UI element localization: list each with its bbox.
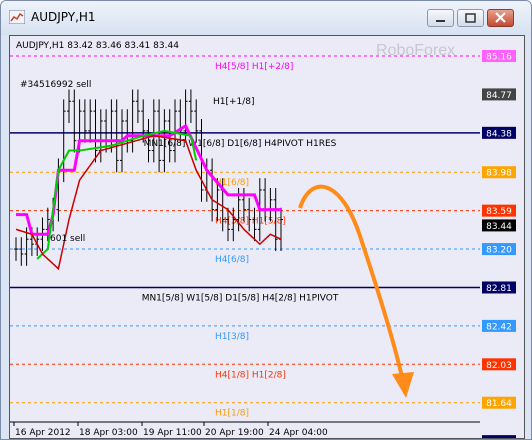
level-label: MN1[5/8] W1[5/8] D1[5/8] H4[2/8] H1PIVOT bbox=[142, 293, 339, 303]
order-label-2: 601 sell bbox=[50, 234, 85, 244]
price-tag-label: 82.81 bbox=[486, 284, 512, 294]
price-tag-label: 83.20 bbox=[486, 246, 512, 256]
price-tag-label: 83.98 bbox=[486, 169, 512, 179]
price-tag-label: 84.77 bbox=[486, 91, 512, 101]
time-label: 24 Apr 04:00 bbox=[269, 428, 328, 438]
title-bar[interactable]: AUDJPY,H1 bbox=[1, 1, 531, 35]
forecast-arrow-path bbox=[298, 184, 405, 382]
price-tag: 84.77 bbox=[482, 88, 516, 101]
level-label: H1[1/8] bbox=[215, 409, 249, 419]
minimize-icon bbox=[436, 20, 445, 22]
price-tag: 82.81 bbox=[482, 281, 516, 294]
level-label: MN1[6/8] W1[6/8] D1[6/8] H4PIVOT H1RES bbox=[144, 139, 337, 149]
price-tag: 83.98 bbox=[482, 166, 516, 179]
time-label: 16 Apr 2012 bbox=[15, 428, 71, 438]
price-tag-label: 84.38 bbox=[486, 129, 512, 139]
price-tag: 84.38 bbox=[482, 126, 516, 139]
price-tag: 81.25 bbox=[482, 435, 516, 438]
level-label-h1-plus: H1[+1/8] bbox=[213, 97, 255, 107]
price-tag-label: 83.59 bbox=[486, 207, 512, 217]
price-tag: 82.42 bbox=[482, 319, 516, 332]
order-label: #34516992 sell bbox=[20, 80, 91, 90]
chart-app-icon bbox=[9, 10, 25, 24]
window-title: AUDJPY,H1 bbox=[31, 10, 96, 24]
watermark: RoboForex bbox=[376, 42, 455, 59]
level-label: H4[1/8] H1[2/8] bbox=[215, 370, 286, 380]
forecast-arrowhead bbox=[392, 372, 414, 398]
close-icon bbox=[495, 12, 506, 23]
time-label: 18 Apr 03:00 bbox=[79, 428, 138, 438]
chart-header: AUDJPY,H1 83.42 83.46 83.41 83.44 bbox=[16, 41, 179, 51]
price-tags: 85.16 84.77 84.38 83.98 83.59 83.44 83.20 82.81… bbox=[482, 50, 516, 438]
price-tag-label: 83.44 bbox=[486, 222, 512, 232]
price-tag: 83.59 bbox=[482, 204, 516, 217]
time-label: 19 Apr 11:00 bbox=[143, 428, 202, 438]
time-axis: 16 Apr 2012 18 Apr 03:00 19 Apr 11:00 20 Ap… bbox=[10, 421, 480, 438]
level-label: H4[6/8] bbox=[215, 255, 249, 265]
maximize-icon bbox=[465, 13, 476, 23]
time-label: 20 Apr 19:00 bbox=[205, 428, 264, 438]
price-tag-label: 82.03 bbox=[486, 361, 512, 371]
price-chart[interactable]: H4[5/8] H1[+2/8] MN1[6/8] W1[6/8] D1[6/8]… bbox=[10, 36, 524, 438]
chart-window: AUDJPY,H1 H4[5/8] H1[+2/8] MN1[6/8] W1[6/… bbox=[0, 0, 532, 440]
chart-area[interactable]: H4[5/8] H1[+2/8] MN1[6/8] W1[6/8] D1[6/8]… bbox=[9, 35, 525, 439]
level-label: H1[3/8] bbox=[215, 332, 249, 342]
price-tag-label: 85.16 bbox=[486, 53, 512, 63]
forecast-arrow bbox=[298, 184, 414, 398]
price-tag: 85.16 bbox=[482, 50, 516, 63]
price-tag-label: 82.42 bbox=[486, 322, 512, 332]
minimize-button[interactable] bbox=[427, 9, 454, 27]
price-tag: 83.44 bbox=[482, 219, 516, 232]
level-label: H4[5/8] H1[+2/8] bbox=[215, 62, 293, 72]
maximize-button[interactable] bbox=[457, 9, 484, 27]
close-button[interactable] bbox=[487, 9, 514, 27]
price-tag: 82.03 bbox=[482, 358, 516, 371]
price-tag: 83.20 bbox=[482, 243, 516, 256]
price-tag: 81.64 bbox=[482, 396, 516, 409]
price-tag-label: 81.64 bbox=[486, 399, 512, 409]
